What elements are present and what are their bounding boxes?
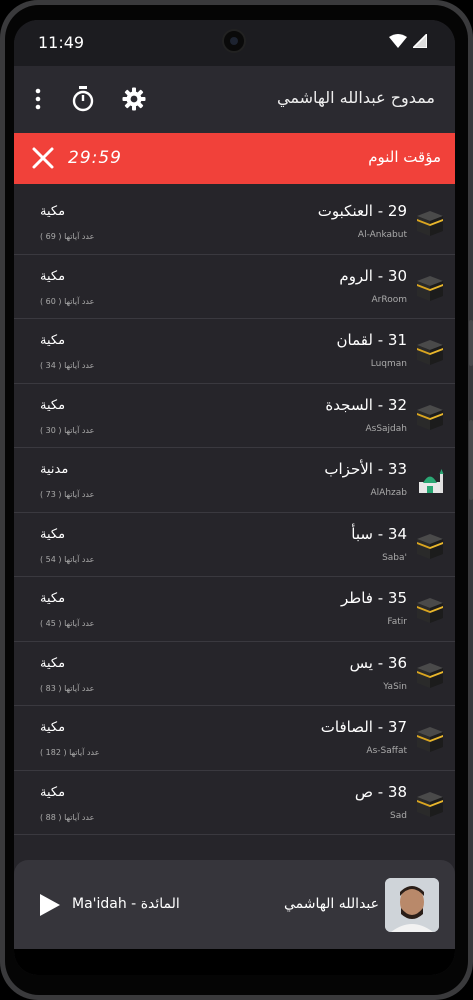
sleep-timer-banner: 29:59 مؤقت النوم	[14, 133, 455, 184]
surah-row[interactable]: 32 - السجدة AsSajdah مكية عدد آياتها ( 3…	[14, 384, 455, 448]
surah-row[interactable]: 38 - ص Sad مكية عدد آياتها ( 88 )	[14, 771, 455, 835]
surah-name: 36 - يس	[349, 653, 407, 672]
app-toolbar: ممدوح عبدالله الهاشمي	[14, 66, 455, 133]
surah-row[interactable]: 33 - الأحزاب AlAhzab مدنية عدد آياتها ( …	[14, 448, 455, 513]
signal-icon	[413, 34, 427, 48]
system-icons	[389, 34, 427, 48]
revelation-place: مكية	[40, 720, 66, 735]
verse-count: عدد آياتها ( 60 )	[40, 296, 95, 306]
surah-row[interactable]: 31 - لقمان Luqman مكية عدد آياتها ( 34 )	[14, 319, 455, 384]
revelation-place: مكية	[40, 526, 66, 542]
surah-latin-name: AsSajdah	[365, 423, 407, 434]
kaaba-icon	[417, 340, 443, 365]
verse-count: عدد آياتها ( 83 )	[40, 683, 95, 693]
now-playing-track: Ma'idah - المائدة	[72, 896, 180, 912]
surah-latin-name: Saba'	[382, 552, 407, 563]
now-playing-reciter: عبدالله الهاشمي	[283, 896, 379, 912]
play-icon[interactable]	[36, 892, 62, 918]
revelation-place: مكية	[40, 397, 66, 413]
surah-row[interactable]: 30 - الروم ArRoom مكية عدد آياتها ( 60 )	[14, 255, 455, 319]
navigation-bar	[14, 949, 455, 975]
revelation-place: مكية	[40, 655, 66, 671]
surah-latin-name: Sad	[390, 810, 407, 821]
surah-name: 38 - ص	[354, 782, 407, 801]
surah-name: 32 - السجدة	[325, 395, 407, 414]
surah-list: 29 - العنكبوت Al-Ankabut مكية عدد آياتها…	[14, 190, 455, 835]
verse-count: عدد آياتها ( 45 )	[40, 619, 95, 628]
surah-row[interactable]: 37 - الصافات As-Saffat مكية عدد آياتها (…	[14, 706, 455, 771]
surah-name: 34 - سبأ	[351, 524, 407, 543]
surah-latin-name: AlAhzab	[370, 488, 407, 498]
verse-count: عدد آياتها ( 73 )	[40, 490, 95, 499]
sleep-timer-countdown: 29:59	[68, 148, 122, 168]
surah-row[interactable]: 34 - سبأ Saba' مكية عدد آياتها ( 54 )	[14, 513, 455, 577]
surah-row[interactable]: 36 - يس YaSin مكية عدد آياتها ( 83 )	[14, 642, 455, 706]
surah-latin-name: Fatir	[387, 617, 407, 627]
verse-count: عدد آياتها ( 54 )	[40, 554, 95, 564]
surah-name: 37 - الصافات	[320, 718, 407, 736]
kaaba-icon	[417, 404, 443, 430]
status-bar: 11:49	[14, 20, 455, 66]
surah-latin-name: As-Saffat	[366, 746, 407, 756]
surah-row[interactable]: 35 - فاطر Fatir مكية عدد آياتها ( 45 )	[14, 577, 455, 642]
kaaba-icon	[417, 791, 443, 817]
surah-row[interactable]: 29 - العنكبوت Al-Ankabut مكية عدد آياتها…	[14, 190, 455, 255]
verse-count: عدد آياتها ( 182 )	[40, 748, 100, 757]
status-time: 11:49	[38, 33, 85, 52]
surah-name: 31 - لقمان	[336, 331, 407, 349]
power-button	[469, 420, 473, 500]
kaaba-icon	[417, 533, 443, 559]
mini-player[interactable]: Ma'idah - المائدة عبدالله الهاشمي	[14, 860, 455, 949]
reciter-avatar	[385, 878, 439, 932]
front-camera	[222, 29, 246, 53]
more-options-icon[interactable]	[23, 84, 53, 114]
surah-name: 35 - فاطر	[341, 589, 407, 607]
volume-button	[469, 320, 473, 366]
surah-latin-name: YaSin	[383, 681, 407, 692]
surah-name: 33 - الأحزاب	[324, 460, 407, 478]
revelation-place: مكية	[40, 784, 66, 800]
kaaba-icon	[417, 598, 443, 623]
kaaba-icon	[417, 275, 443, 301]
wifi-icon	[389, 34, 407, 48]
verse-count: عدد آياتها ( 34 )	[40, 361, 95, 370]
surah-latin-name: ArRoom	[371, 294, 408, 305]
app-screen: 11:49 ممدوح عبدالله الهاشمي 29:59 مؤقت ا…	[14, 20, 455, 975]
revelation-place: مكية	[40, 268, 66, 284]
sleep-timer-icon[interactable]	[68, 84, 98, 114]
revelation-place: مكية	[40, 591, 66, 606]
reciter-title: ممدوح عبدالله الهاشمي	[277, 88, 435, 107]
sleep-timer-label: مؤقت النوم	[368, 148, 441, 166]
surah-name: 29 - العنكبوت	[317, 202, 407, 220]
kaaba-icon	[417, 662, 443, 688]
revelation-place: مكية	[40, 333, 66, 348]
revelation-place: مكية	[40, 204, 66, 219]
verse-count: عدد آياتها ( 88 )	[40, 812, 95, 822]
verse-count: عدد آياتها ( 69 )	[40, 232, 95, 241]
kaaba-icon	[417, 211, 443, 236]
close-icon[interactable]	[30, 145, 56, 171]
surah-latin-name: Al-Ankabut	[357, 230, 407, 240]
verse-count: عدد آياتها ( 30 )	[40, 425, 95, 435]
revelation-place: مدنية	[40, 462, 69, 477]
settings-gear-icon[interactable]	[119, 84, 149, 114]
kaaba-icon	[417, 727, 443, 752]
surah-latin-name: Luqman	[370, 359, 407, 369]
surah-name: 30 - الروم	[339, 266, 407, 285]
mosque-icon	[419, 469, 444, 493]
